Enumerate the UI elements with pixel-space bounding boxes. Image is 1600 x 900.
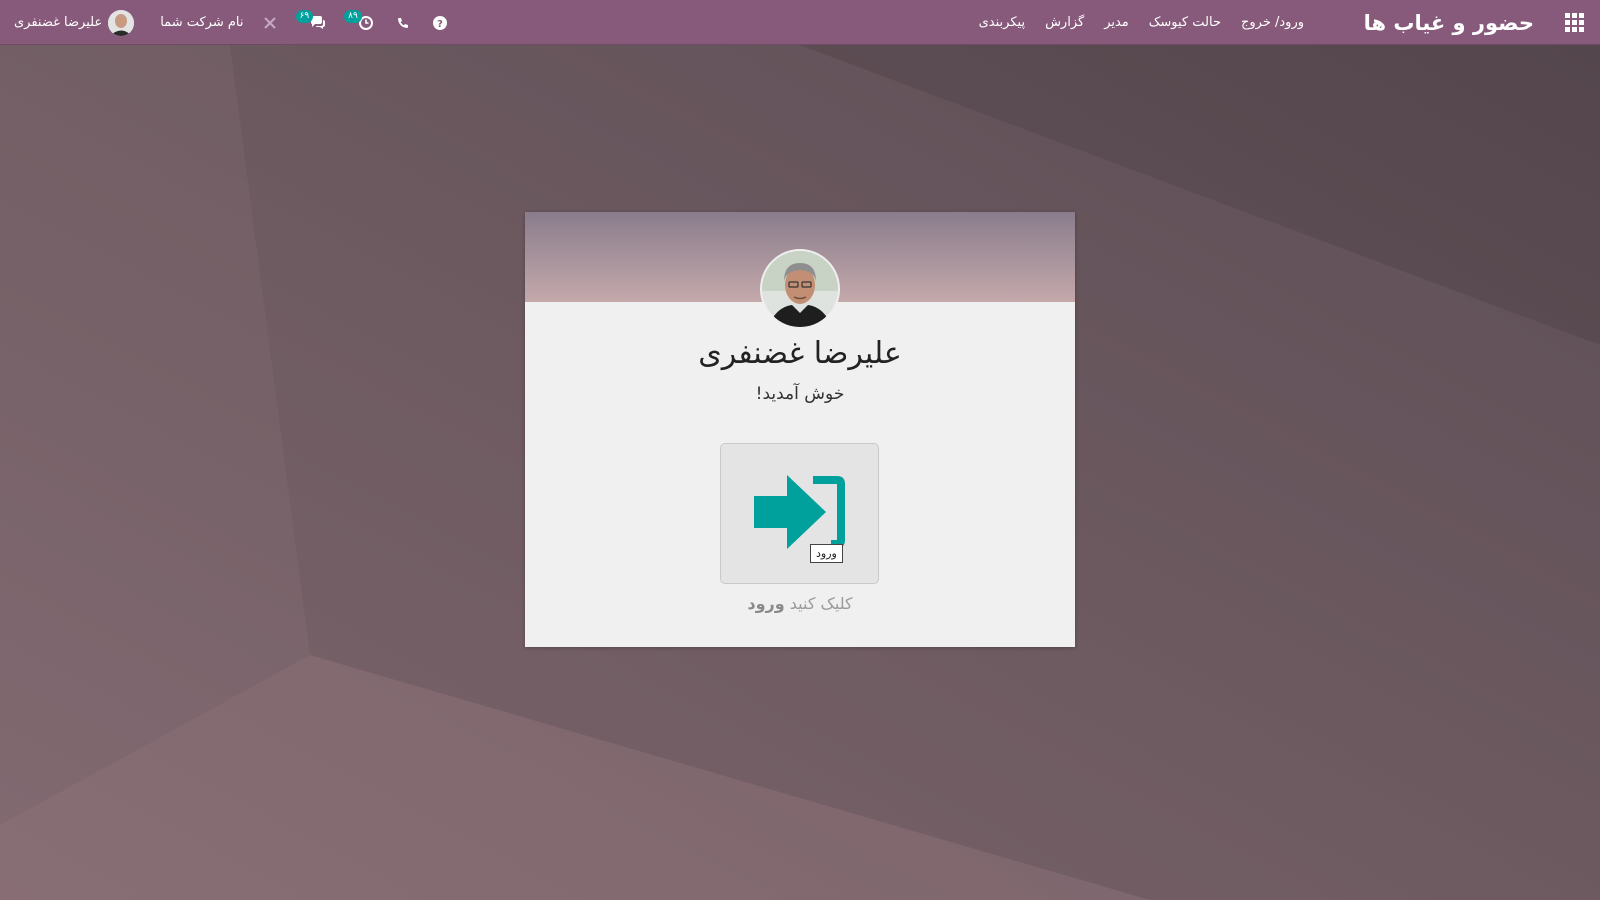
check-in-hint: کلیک کنید ورود (525, 594, 1075, 613)
user-name: علیرضا غضنفری (14, 15, 103, 30)
menu-item-kiosk-mode[interactable]: حالت کیوسک (1149, 15, 1221, 30)
activities-menu[interactable]: ۸۹ (344, 10, 373, 30)
main-menu: ورود/ خروج حالت کیوسک مدیر گزارش پیکربند… (979, 0, 1304, 45)
activity-count-badge: ۸۹ (344, 10, 362, 23)
app-title[interactable]: حضور و غیاب ها (1364, 0, 1534, 45)
top-navbar: حضور و غیاب ها ورود/ خروج حالت کیوسک مدی… (0, 0, 1600, 45)
check-in-button[interactable]: ورود (720, 443, 879, 584)
messages-menu[interactable]: ۶۹ (295, 10, 327, 30)
menu-item-reporting[interactable]: گزارش (1045, 15, 1084, 30)
svg-text:?: ? (437, 19, 443, 30)
menu-item-check-in-out[interactable]: ورود/ خروج (1241, 15, 1304, 30)
message-count-badge: ۶۹ (295, 10, 314, 23)
apps-menu-icon[interactable] (1564, 0, 1584, 45)
check-in-tooltip: ورود (810, 544, 843, 563)
menu-item-manager[interactable]: مدیر (1104, 15, 1129, 30)
welcome-message: خوش آمدید! (755, 384, 845, 404)
hint-text: کلیک کنید (789, 594, 853, 613)
tools-icon[interactable] (262, 16, 278, 30)
sign-in-icon (754, 475, 845, 549)
check-in-card: علیرضا غضنفری خوش آمدید! ورود کلیک کنید … (525, 212, 1075, 647)
hint-action: ورود (747, 594, 785, 613)
user-avatar (108, 9, 135, 36)
employee-avatar (760, 249, 840, 329)
help-icon[interactable]: ? (432, 15, 447, 30)
user-menu[interactable]: علیرضا غضنفری (14, 9, 135, 36)
company-name[interactable]: نام شرکت شما (160, 15, 243, 30)
systray: علیرضا غضنفری نام شرکت شما ۶۹ ۸۹ ? (14, 0, 447, 45)
phone-icon[interactable] (397, 17, 409, 29)
menu-item-configuration[interactable]: پیکربندی (979, 15, 1025, 30)
employee-name: علیرضا غضنفری (698, 336, 902, 371)
